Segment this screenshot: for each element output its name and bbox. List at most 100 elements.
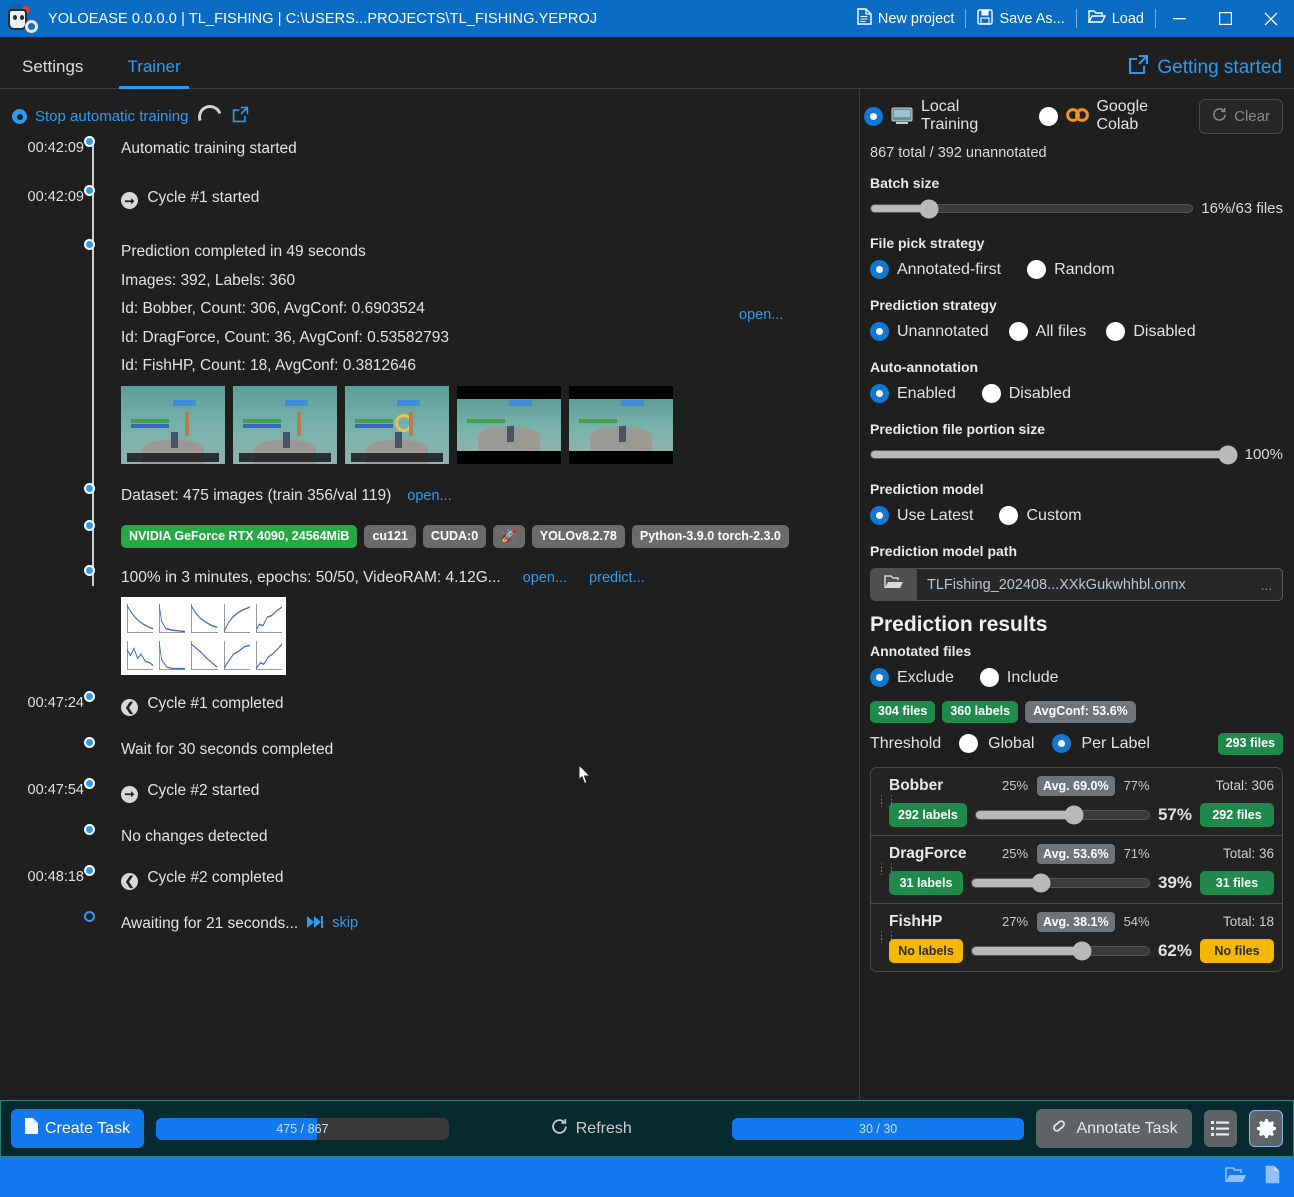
label-row: ⋮⋮ ⋮⋮ Bobber 25% Avg. 69.0% 77% Total: 30… <box>871 768 1282 836</box>
prediction-model-path-group: Prediction model path TLFishing_202408..… <box>870 543 1283 601</box>
threshold-per-label-label[interactable]: Per Label <box>1081 735 1150 753</box>
document-taskbar-icon[interactable] <box>1265 1165 1280 1189</box>
file-pick-random-label[interactable]: Random <box>1054 261 1114 279</box>
file-pick-annotated-first-label[interactable]: Annotated-first <box>897 261 1001 279</box>
annotate-task-button[interactable]: Annotate Task <box>1036 1109 1192 1148</box>
prediction-disabled-radio[interactable] <box>1106 322 1126 341</box>
thumbnail-image[interactable] <box>569 385 673 464</box>
local-training-label[interactable]: Local Training <box>921 98 1017 134</box>
drag-handle-icon[interactable]: ⋮⋮ ⋮⋮ <box>877 863 896 876</box>
timeline-dot <box>84 564 95 576</box>
refresh-icon <box>1212 107 1227 126</box>
files-badge: 304 files <box>870 701 936 723</box>
tab-settings[interactable]: Settings <box>0 57 105 88</box>
timeline-text: 100% in 3 minutes, epochs: 50/50, VideoR… <box>121 568 501 586</box>
label-row: ⋮⋮ ⋮⋮ DragForce 25% Avg. 53.6% 71% Total:… <box>871 836 1282 904</box>
auto-annotation-enabled-radio[interactable] <box>870 384 889 403</box>
close-button[interactable] <box>1248 0 1294 37</box>
folder-taskbar-icon[interactable] <box>1225 1166 1247 1189</box>
new-project-button[interactable]: New project <box>846 0 966 37</box>
annotated-files-include-radio[interactable] <box>979 668 999 687</box>
arrow-right-circle-icon: ➞ <box>121 785 138 803</box>
getting-started-link[interactable]: Getting started <box>1128 54 1282 81</box>
prediction-open-link[interactable]: open... <box>739 244 859 323</box>
prediction-model-path-input[interactable]: TLFishing_202408...XXkGukwhhbl.onnx <box>917 568 1251 601</box>
save-as-button[interactable]: Save As... <box>966 0 1075 37</box>
prediction-model-custom-label[interactable]: Custom <box>1026 507 1081 525</box>
load-button[interactable]: Load <box>1077 0 1155 37</box>
training-results-chart-thumbnail[interactable] <box>121 597 286 675</box>
file-pick-annotated-first-radio[interactable] <box>870 260 889 279</box>
thumbnail-image[interactable] <box>345 385 449 464</box>
skip-link[interactable]: skip <box>332 916 358 931</box>
prediction-thumbnails <box>121 385 859 464</box>
prediction-all-files-radio[interactable] <box>1008 322 1028 341</box>
mini-plot <box>188 600 219 635</box>
auto-annotation-enabled-label[interactable]: Enabled <box>897 385 956 403</box>
label-threshold-slider[interactable] <box>971 941 1150 960</box>
annotated-files-exclude-radio[interactable] <box>870 668 889 687</box>
threshold-global-label[interactable]: Global <box>988 735 1034 753</box>
prediction-unannotated-label[interactable]: Unannotated <box>897 323 989 341</box>
prediction-model-path-browse[interactable]: ... <box>1251 568 1283 601</box>
prediction-all-files-label[interactable]: All files <box>1036 323 1087 341</box>
prediction-results-title: Prediction results <box>870 613 1048 636</box>
title-bar-actions: New project Save As... Load <box>846 0 1294 37</box>
browse-folder-button[interactable] <box>870 568 917 601</box>
python-torch-chip: Python-3.9.0 torch-2.3.0 <box>631 525 789 548</box>
dataset-open-link[interactable]: open... <box>407 488 451 504</box>
auto-annotation-disabled-radio[interactable] <box>981 384 1001 403</box>
label-name: FishHP <box>889 912 943 930</box>
arrow-left-circle-icon: ❮ <box>121 698 138 716</box>
thumbnail-image[interactable] <box>233 385 337 464</box>
prediction-strategy-group: Prediction strategy Unannotated All file… <box>870 297 1283 341</box>
label-threshold-slider[interactable] <box>974 805 1150 824</box>
prediction-file-portion-slider[interactable] <box>870 445 1238 464</box>
annotated-files-exclude-label[interactable]: Exclude <box>897 669 954 687</box>
google-colab-label[interactable]: Google Colab <box>1096 98 1191 134</box>
timeline-dot <box>84 823 95 835</box>
threshold-global-radio[interactable] <box>959 734 979 754</box>
annotated-files-include-label[interactable]: Include <box>1007 669 1059 687</box>
create-task-button[interactable]: Create Task <box>11 1109 145 1148</box>
maximize-button[interactable] <box>1202 0 1248 37</box>
timeline-entry: 100% in 3 minutes, epochs: 50/50, VideoR… <box>0 564 859 675</box>
label-threshold-slider[interactable] <box>971 873 1150 892</box>
list-view-button[interactable] <box>1203 1110 1238 1147</box>
label-max: 77% <box>1123 778 1150 793</box>
document-icon <box>25 1118 38 1139</box>
drag-handle-icon[interactable]: ⋮⋮ ⋮⋮ <box>877 931 896 944</box>
local-training-radio[interactable] <box>864 106 883 126</box>
training-open-link[interactable]: open... <box>523 570 567 586</box>
open-log-external-icon[interactable] <box>232 106 249 128</box>
prediction-disabled-label[interactable]: Disabled <box>1133 323 1195 341</box>
tab-trainer[interactable]: Trainer <box>105 57 202 89</box>
threshold-per-label-radio[interactable] <box>1052 734 1072 754</box>
file-pick-random-radio[interactable] <box>1027 260 1047 279</box>
training-predict-link[interactable]: predict... <box>589 570 645 586</box>
main-content: Stop automatic training 00:42:09 Automat… <box>0 89 1294 1100</box>
auto-annotation-disabled-label[interactable]: Disabled <box>1009 385 1071 403</box>
mini-plot <box>220 600 251 635</box>
clear-button[interactable]: Clear <box>1199 98 1283 134</box>
thumbnail-image[interactable] <box>121 385 225 464</box>
drag-handle-icon[interactable]: ⋮⋮ ⋮⋮ <box>877 795 896 808</box>
thumbnail-image[interactable] <box>457 385 561 464</box>
prediction-unannotated-radio[interactable] <box>870 322 889 341</box>
windows-taskbar <box>0 1157 1294 1197</box>
stop-automatic-training-button[interactable]: Stop automatic training <box>12 108 188 125</box>
prediction-model-custom-radio[interactable] <box>999 506 1019 525</box>
batch-size-slider[interactable] <box>870 199 1194 218</box>
label-labels-chip: No labels <box>889 938 963 963</box>
google-colab-radio[interactable] <box>1039 106 1059 126</box>
minimize-button[interactable] <box>1156 0 1202 37</box>
yolo-version-chip: YOLOv8.2.78 <box>531 525 625 548</box>
annotated-files-label: Annotated files <box>870 643 972 659</box>
prediction-strategy-label: Prediction strategy <box>870 297 997 313</box>
refresh-button[interactable]: Refresh <box>551 1118 632 1140</box>
skip-forward-icon[interactable] <box>307 915 324 932</box>
prediction-model-use-latest-label[interactable]: Use Latest <box>897 507 973 525</box>
prediction-model-use-latest-radio[interactable] <box>870 506 889 525</box>
label-total: Total: 36 <box>1222 846 1274 861</box>
settings-gear-button[interactable] <box>1249 1110 1283 1147</box>
